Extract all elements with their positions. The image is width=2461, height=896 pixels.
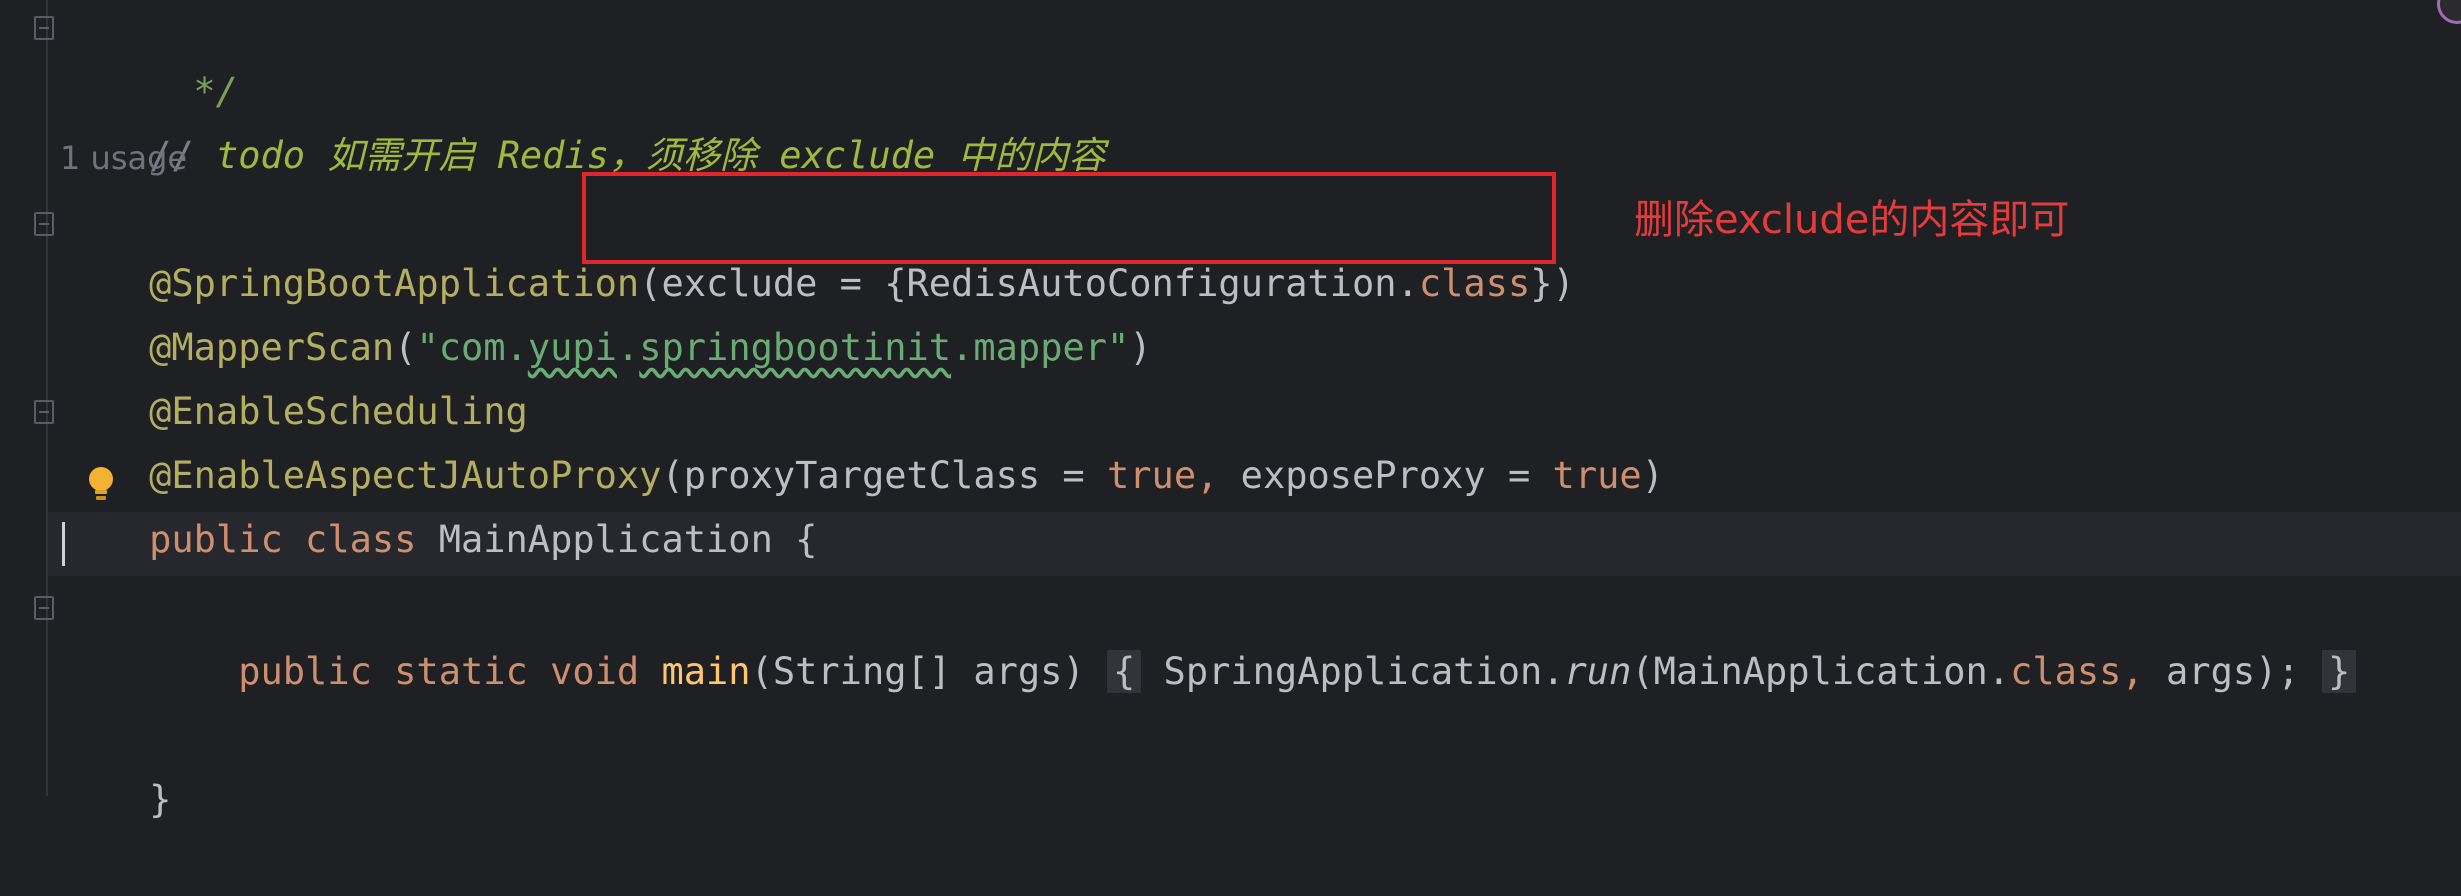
editor-gutter xyxy=(0,0,46,796)
lightbulb-icon[interactable] xyxy=(86,466,116,502)
method-name[interactable]: main xyxy=(661,650,750,693)
string-literal-typo: yupi xyxy=(527,326,617,369)
boolean-literal: true xyxy=(1552,454,1642,497)
annotation-note: 删除exclude的内容即可 xyxy=(1634,197,2070,243)
comma: , xyxy=(1196,454,1241,497)
modifier-keywords: public static void xyxy=(238,650,662,693)
code-line-enable-scheduling: @EnableScheduling xyxy=(60,316,528,433)
highlight-box xyxy=(582,172,1556,264)
todo-comment-text: todo 如需开启 Redis，须移除 exclude 中的内容 xyxy=(215,134,1106,177)
class-keyword: class xyxy=(2010,650,2122,693)
string-literal: .mapper" xyxy=(951,326,1130,369)
comment-close-line: */ xyxy=(82,0,238,113)
fold-icon[interactable] xyxy=(34,16,54,40)
closing-brace: } xyxy=(149,778,172,821)
code-line-main-method: public static void main(String[] args) {… xyxy=(60,576,2357,693)
class-keyword: class xyxy=(1418,262,1531,305)
folded-brace[interactable]: } xyxy=(2321,650,2357,693)
string-literal-typo: springbootinit xyxy=(639,326,952,369)
call-args: args); xyxy=(2166,650,2300,693)
method-signature: (String[] args) xyxy=(750,650,1085,693)
paren: ) xyxy=(1129,326,1152,369)
fold-icon[interactable] xyxy=(34,212,54,236)
fold-icon[interactable] xyxy=(34,400,54,424)
string-literal: . xyxy=(616,326,640,369)
class-name[interactable]: MainApplication { xyxy=(439,518,818,561)
folded-brace[interactable]: { xyxy=(1107,650,1142,693)
avatar-badge-icon[interactable] xyxy=(2437,0,2461,24)
static-method-call[interactable]: run xyxy=(1565,650,1632,693)
boolean-literal: true xyxy=(1107,454,1197,497)
call-args: (MainApplication. xyxy=(1631,650,2011,693)
code-line-enable-aspectj: @EnableAspectJAutoProxy(proxyTargetClass… xyxy=(60,380,1664,497)
usage-hint[interactable]: 1 usage xyxy=(60,136,187,180)
expand-fold-icon[interactable] xyxy=(34,596,54,620)
gutter-divider xyxy=(46,0,48,796)
comma: , xyxy=(2121,650,2167,693)
annotation-args: exposeProxy = xyxy=(1240,454,1553,497)
call-target: SpringApplication. xyxy=(1141,650,1565,693)
annotation-args-close: }) xyxy=(1530,262,1575,305)
code-line-class-close: } xyxy=(60,704,171,821)
code-line-class-declaration: public class MainApplication { xyxy=(60,444,817,561)
modifier-keywords: public class xyxy=(149,518,439,561)
paren: ) xyxy=(1641,454,1664,497)
todo-comment-line: // todo 如需开启 Redis，须移除 exclude 中的内容 xyxy=(60,60,1105,177)
